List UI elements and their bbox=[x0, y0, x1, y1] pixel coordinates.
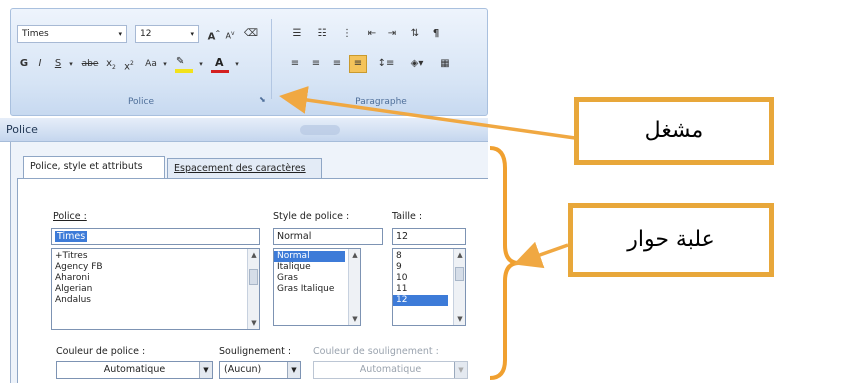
dialog-arrow bbox=[513, 241, 569, 269]
launcher-arrow bbox=[279, 86, 576, 140]
annotation-overlay bbox=[279, 86, 576, 380]
dialog-brace bbox=[489, 146, 520, 380]
dialog-callout: علبة حوار bbox=[568, 203, 774, 277]
launcher-callout: مشغل bbox=[574, 97, 774, 165]
